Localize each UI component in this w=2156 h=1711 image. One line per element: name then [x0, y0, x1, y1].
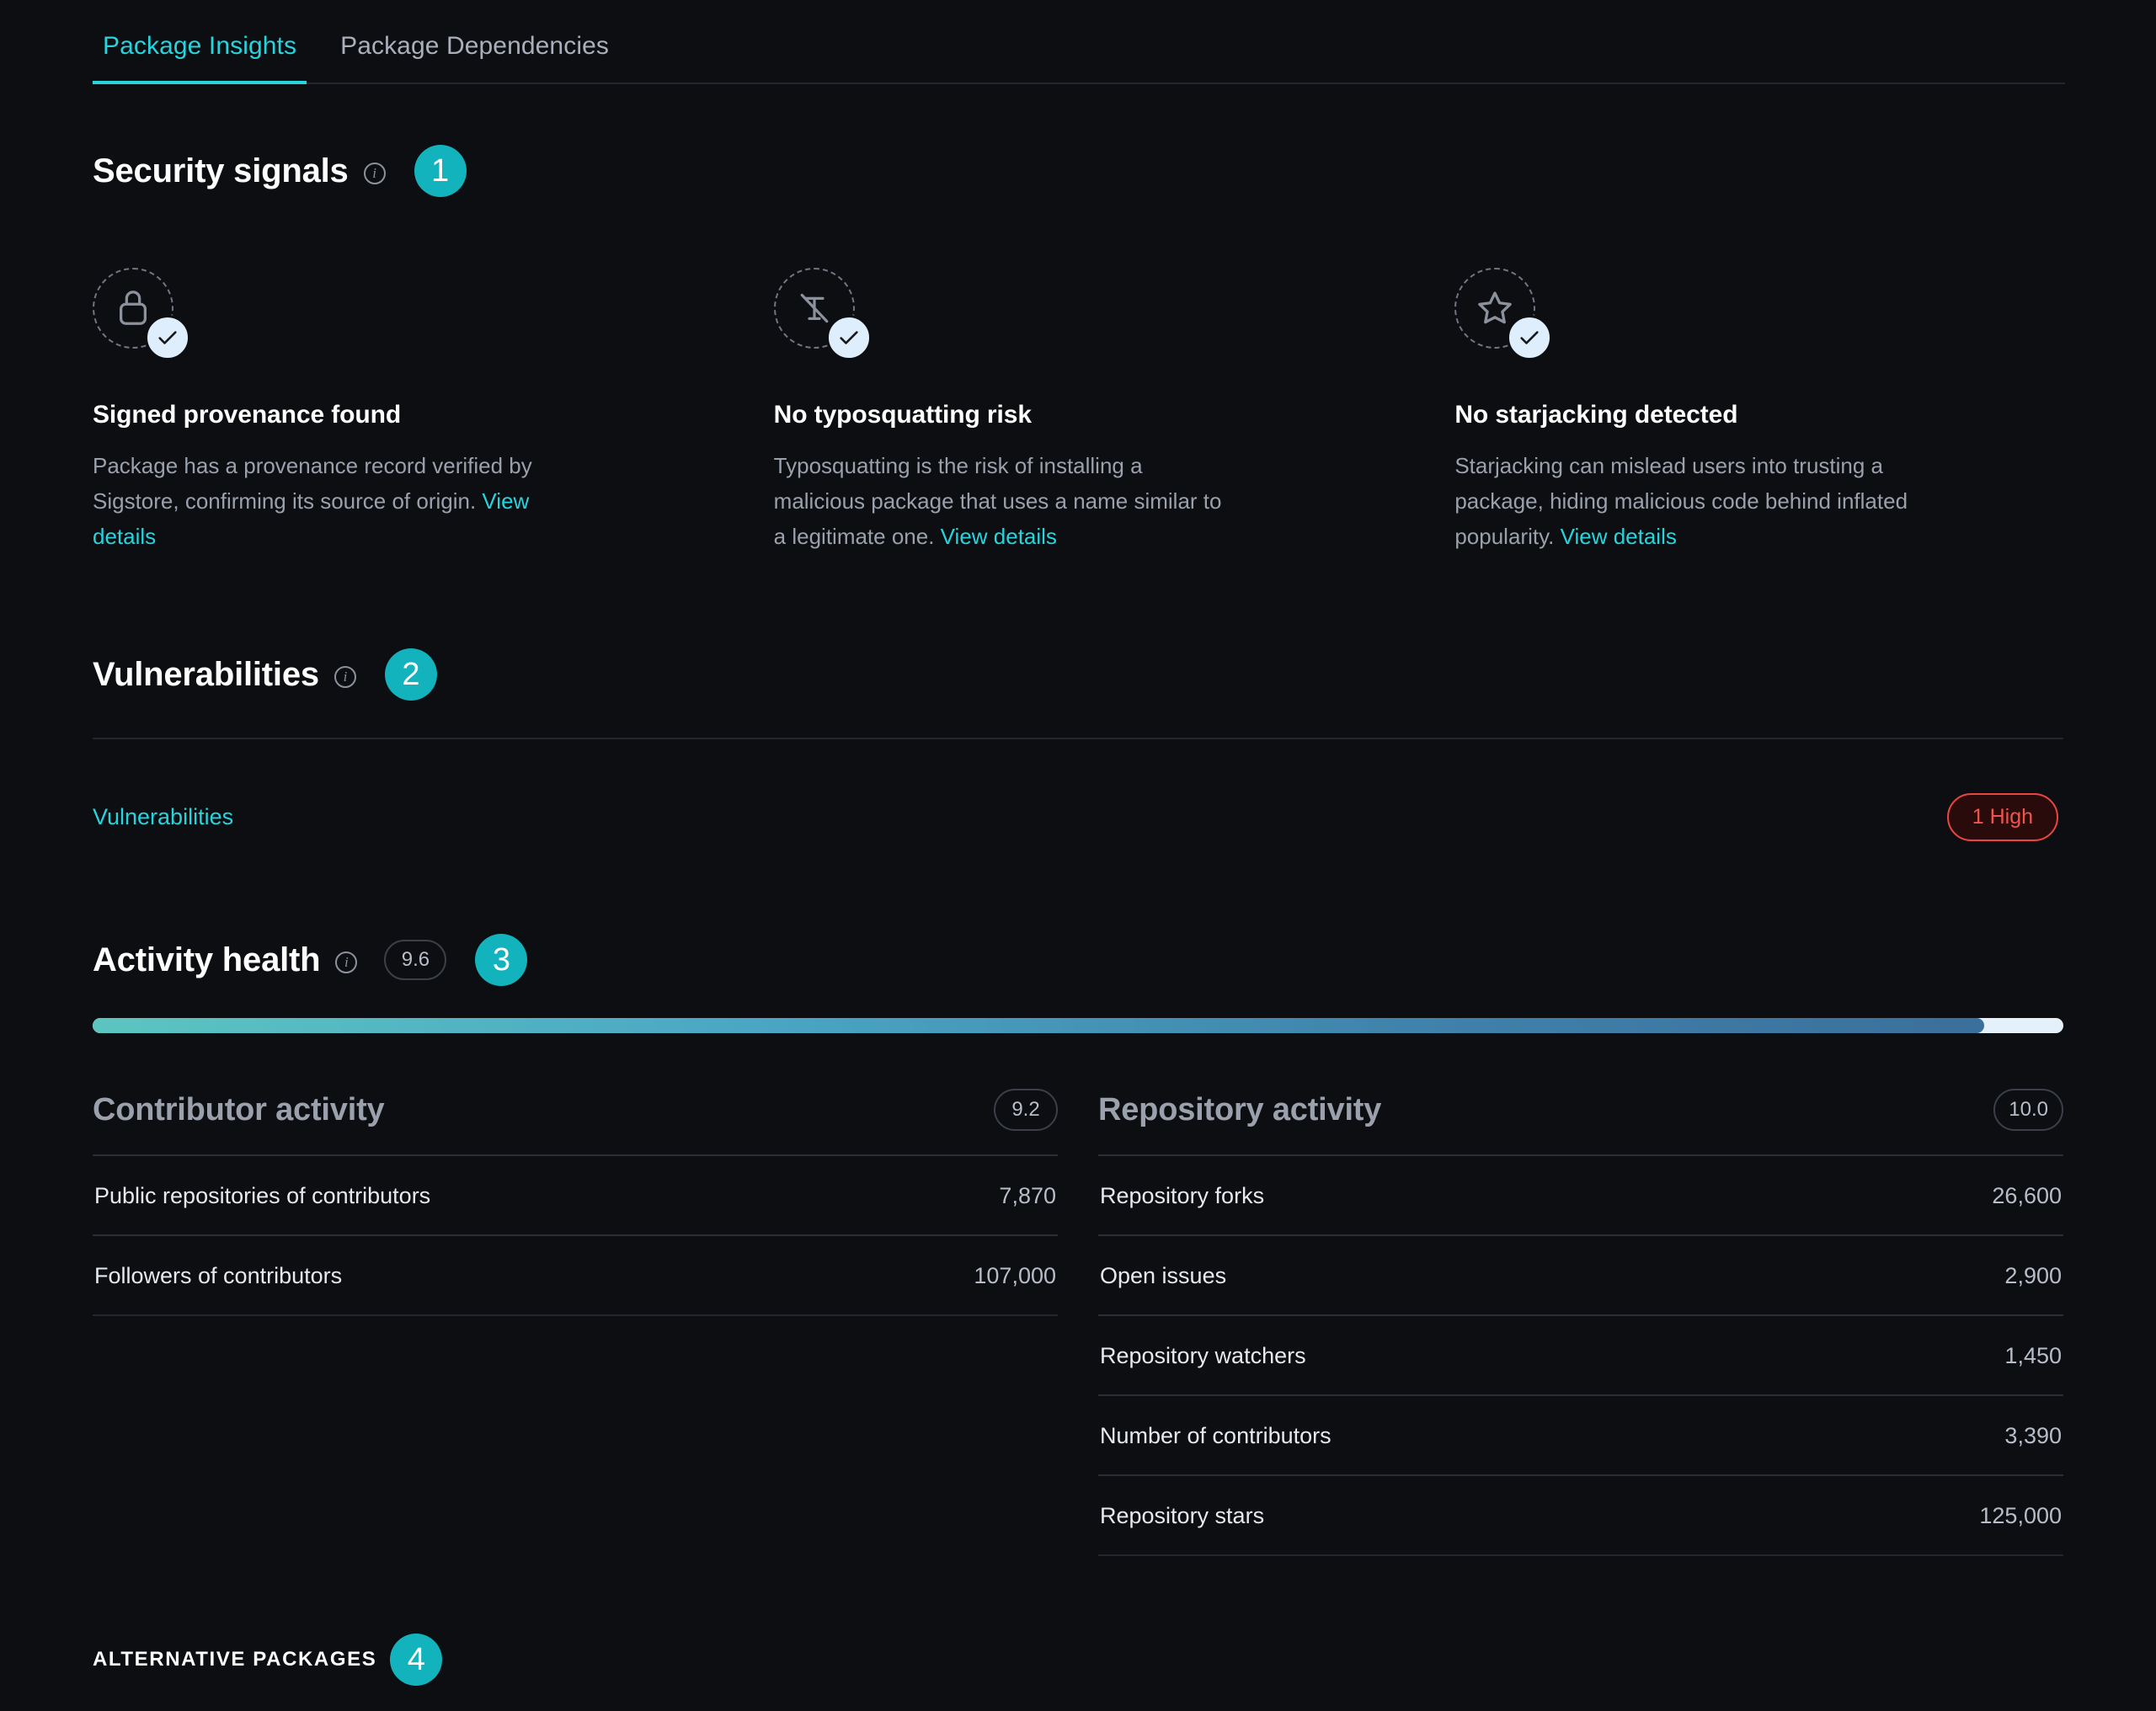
signal-title: Signed provenance found [93, 401, 402, 429]
step-badge-3: 3 [475, 934, 528, 987]
info-icon[interactable]: i [335, 951, 358, 974]
metric-value: 26,600 [1992, 1183, 2062, 1209]
metric-label: Repository watchers [1100, 1343, 1306, 1369]
signal-description: Starjacking can mislead users into trust… [1454, 448, 1909, 554]
signal-description-text: Starjacking can mislead users into trust… [1454, 453, 1908, 550]
activity-health-title: Activity health [93, 941, 321, 978]
vulnerabilities-title: Vulnerabilities [93, 655, 319, 693]
signal-icon-wrap [93, 268, 190, 364]
signal-description-text: Package has a provenance record verified… [93, 453, 532, 514]
security-signal-card: No starjacking detected Starjacking can … [1454, 268, 2063, 554]
signal-title: No typosquatting risk [773, 401, 1032, 429]
signal-description: Package has a provenance record verified… [93, 448, 547, 554]
verified-check-icon [145, 315, 190, 360]
metric-label: Public repositories of contributors [94, 1183, 431, 1209]
signal-icon-wrap [773, 268, 872, 364]
activity-health-heading-row: Activity health i 9.6 3 [93, 934, 2063, 987]
security-signal-cards: Signed provenance found Package has a pr… [93, 268, 2063, 554]
activity-health-progress-track [93, 1018, 2063, 1034]
view-details-link[interactable]: View details [1561, 524, 1677, 549]
metric-row: Repository forks 26,600 [1098, 1154, 2063, 1234]
repository-activity-header: Repository activity 10.0 [1098, 1089, 2063, 1154]
security-signals-heading-row: Security signals i 1 [93, 145, 2063, 197]
vulnerabilities-divider [93, 738, 2063, 740]
severity-badge: 1 High [1946, 793, 2058, 842]
signal-title: No starjacking detected [1454, 401, 1738, 429]
vulnerabilities-link[interactable]: Vulnerabilities [93, 804, 233, 830]
verified-check-icon [825, 315, 872, 360]
tab-package-dependencies-label: Package Dependencies [340, 32, 609, 60]
metric-row: Public repositories of contributors 7,87… [93, 1154, 1058, 1234]
security-signals-title: Security signals [93, 152, 349, 189]
view-details-link[interactable]: View details [941, 524, 1057, 549]
security-signal-card: No typosquatting risk Typosquatting is t… [773, 268, 1383, 554]
metric-value: 7,870 [999, 1183, 1056, 1209]
metric-label: Repository forks [1100, 1183, 1265, 1209]
step-badge-2: 2 [384, 648, 437, 701]
verified-check-icon [1507, 315, 1553, 360]
alternative-packages-section: ALTERNATIVE PACKAGES 4 http-proxy A full… [93, 1634, 2063, 1711]
vulnerabilities-section: Vulnerabilities i 2 Vulnerabilities 1 Hi… [93, 648, 2063, 842]
activity-health-progress-fill [93, 1018, 1985, 1034]
info-icon-glyph: i [344, 953, 349, 970]
info-icon[interactable]: i [363, 163, 386, 184]
repository-activity-score: 10.0 [1993, 1089, 2063, 1132]
contributor-activity-column: Contributor activity 9.2 Public reposito… [93, 1089, 1058, 1556]
metric-value: 1,450 [2004, 1343, 2062, 1369]
package-insights-page: Package Insights Package Dependencies Se… [0, 0, 2156, 1711]
metric-value: 2,900 [2004, 1263, 2062, 1289]
vulnerabilities-row: Vulnerabilities 1 High [93, 793, 2063, 842]
repository-activity-column: Repository activity 10.0 Repository fork… [1098, 1089, 2063, 1557]
metric-row: Number of contributors 3,390 [1098, 1394, 2063, 1474]
metric-row: Open issues 2,900 [1098, 1234, 2063, 1314]
metric-value: 3,390 [2004, 1423, 2062, 1449]
metric-row: Repository watchers 1,450 [1098, 1314, 2063, 1394]
contributor-activity-bottom-divider [93, 1314, 1058, 1317]
tab-package-insights-label: Package Insights [103, 32, 297, 60]
info-icon-glyph: i [372, 164, 376, 181]
alternative-packages-kicker: ALTERNATIVE PACKAGES [93, 1648, 377, 1671]
step-badge-4: 4 [390, 1634, 443, 1687]
tab-bar: Package Insights Package Dependencies [93, 0, 2065, 84]
step-badge-1: 1 [414, 145, 467, 197]
repository-activity-bottom-divider [1098, 1554, 2063, 1557]
contributor-activity-score: 9.2 [994, 1089, 1058, 1132]
signal-description: Typosquatting is the risk of installing … [774, 448, 1229, 554]
info-icon-glyph: i [343, 668, 348, 685]
tab-package-insights[interactable]: Package Insights [93, 32, 307, 84]
info-icon[interactable]: i [334, 666, 356, 689]
activity-health-score: 9.6 [384, 940, 447, 981]
vulnerabilities-heading-row: Vulnerabilities i 2 [93, 648, 2063, 701]
activity-health-section: Activity health i 9.6 3 Contributor acti… [93, 934, 2063, 1557]
security-signals-section: Security signals i 1 Signed provenance f… [93, 145, 2063, 554]
metric-label: Open issues [1100, 1263, 1227, 1289]
contributor-activity-header: Contributor activity 9.2 [93, 1089, 1058, 1154]
contributor-activity-title: Contributor activity [93, 1091, 385, 1127]
tab-package-dependencies[interactable]: Package Dependencies [330, 32, 619, 83]
metric-row: Followers of contributors 107,000 [93, 1234, 1058, 1314]
repository-activity-title: Repository activity [1098, 1091, 1382, 1127]
metric-value: 125,000 [1979, 1503, 2062, 1529]
metric-row: Repository stars 125,000 [1098, 1474, 2063, 1554]
security-signal-card: Signed provenance found Package has a pr… [93, 268, 702, 554]
metric-label: Followers of contributors [94, 1263, 343, 1289]
metric-label: Repository stars [1100, 1503, 1265, 1529]
signal-icon-wrap [1454, 268, 1553, 364]
alternative-packages-heading-row: ALTERNATIVE PACKAGES 4 [93, 1634, 2063, 1687]
metric-value: 107,000 [974, 1263, 1056, 1289]
activity-columns: Contributor activity 9.2 Public reposito… [93, 1089, 2063, 1557]
metric-label: Number of contributors [1100, 1423, 1331, 1449]
